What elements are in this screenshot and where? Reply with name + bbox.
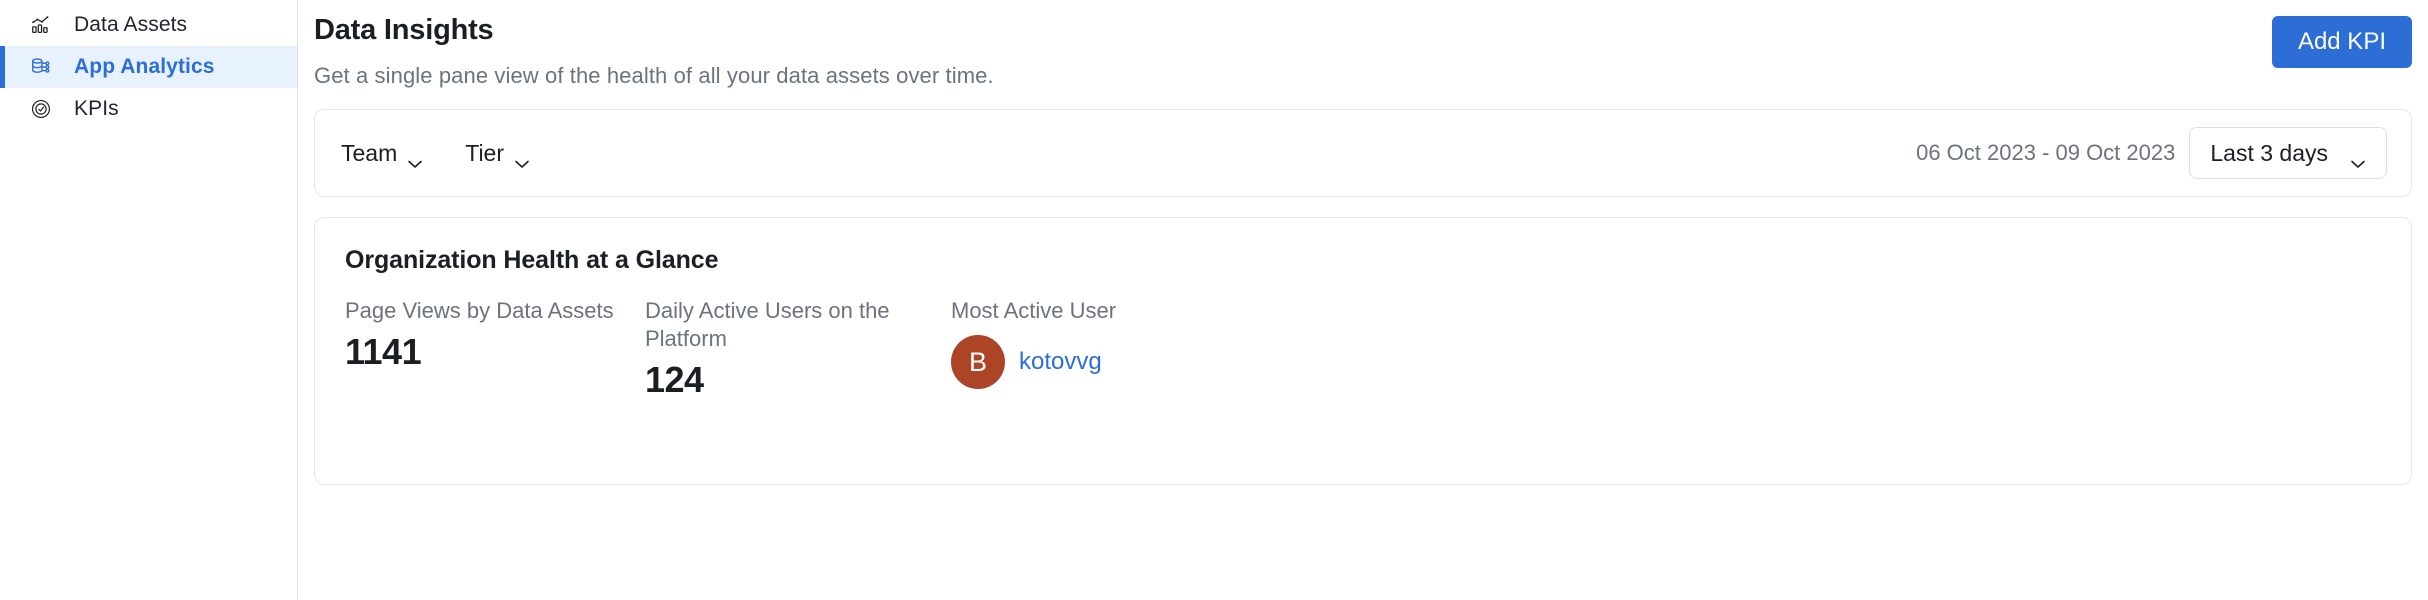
date-filter-group: 06 Oct 2023 - 09 Oct 2023 Last 3 days	[1916, 127, 2387, 179]
metric-label: Daily Active Users on the Platform	[645, 298, 890, 352]
avatar: B	[951, 335, 1005, 390]
date-range-text: 06 Oct 2023 - 09 Oct 2023	[1916, 140, 2176, 165]
most-active-user-link[interactable]: kotovvg	[1019, 348, 1102, 376]
sidebar-item-label: App Analytics	[74, 55, 215, 78]
filter-group: Team Tier	[341, 139, 530, 168]
metrics-row: Page Views by Data Assets 1141 Daily Act…	[345, 297, 2381, 401]
sidebar-item-data-assets[interactable]: Data Assets	[0, 4, 297, 46]
sidebar-item-label: Data Assets	[74, 13, 188, 36]
database-network-icon	[30, 56, 52, 78]
metric-label: Page Views by Data Assets	[345, 298, 614, 323]
sidebar-item-kpis[interactable]: KPIs	[0, 88, 297, 130]
organization-health-title: Organization Health at a Glance	[345, 246, 719, 274]
page-header-text: Data Insights Get a single pane view of …	[314, 14, 994, 89]
tier-filter-dropdown[interactable]: Tier	[465, 139, 530, 168]
date-range-select-value: Last 3 days	[2210, 139, 2328, 166]
sidebar-item-app-analytics[interactable]: App Analytics	[0, 46, 297, 88]
chevron-down-icon	[407, 148, 423, 168]
app-root: Data Assets App Analytics KPIs Data Insi…	[0, 0, 2428, 600]
most-active-user-label: Most Active User	[951, 298, 1117, 323]
main-content: Data Insights Get a single pane view of …	[298, 0, 2428, 600]
team-filter-label: Team	[341, 139, 398, 166]
organization-health-card: Organization Health at a Glance Page Vie…	[314, 217, 2412, 485]
add-kpi-button[interactable]: Add KPI	[2271, 16, 2412, 68]
team-filter-dropdown[interactable]: Team	[341, 139, 423, 168]
page-header: Data Insights Get a single pane view of …	[314, 0, 2412, 89]
metric-value: 1141	[345, 331, 422, 373]
target-check-icon	[30, 98, 52, 120]
page-subtitle: Get a single pane view of the health of …	[314, 63, 994, 88]
most-active-user-row: B kotovvg	[951, 335, 1116, 390]
page-title: Data Insights	[314, 14, 494, 46]
metric-page-views: Page Views by Data Assets 1141	[345, 297, 645, 401]
date-range-select[interactable]: Last 3 days	[2189, 127, 2387, 179]
filter-bar-card: Team Tier 06 Oct 2023 - 09 Oct 2023 Last…	[314, 109, 2412, 197]
sidebar-item-label: KPIs	[74, 97, 119, 120]
metric-most-active-user: Most Active User B kotovvg	[951, 297, 1116, 401]
metric-daily-active-users: Daily Active Users on the Platform 124	[645, 297, 951, 401]
chevron-down-icon	[2350, 148, 2366, 168]
chart-bars-icon	[30, 14, 52, 36]
metric-value: 124	[645, 359, 704, 401]
sidebar: Data Assets App Analytics KPIs	[0, 0, 298, 600]
chevron-down-icon	[514, 148, 530, 168]
tier-filter-label: Tier	[465, 139, 505, 166]
